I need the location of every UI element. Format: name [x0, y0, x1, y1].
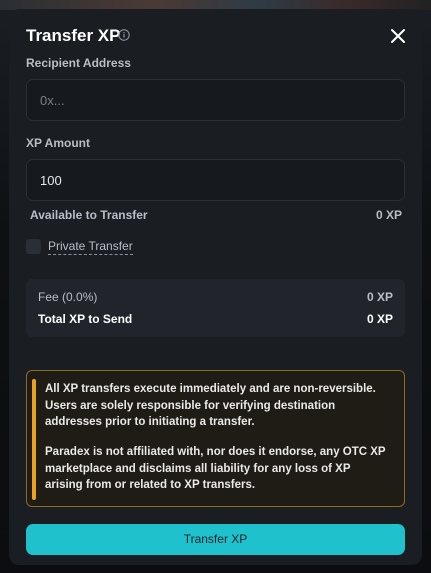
private-transfer-label[interactable]: Private Transfer	[48, 239, 133, 255]
warning-notice: All XP transfers execute immediately and…	[26, 370, 405, 507]
xp-amount-field	[26, 159, 405, 201]
info-icon[interactable]	[118, 29, 130, 41]
fee-value: 0 XP	[366, 290, 393, 304]
modal-title: Transfer XP	[26, 26, 121, 45]
warning-accent-bar	[32, 379, 36, 500]
close-icon[interactable]	[389, 27, 407, 45]
xp-amount-label: XP Amount	[26, 136, 91, 150]
warning-paragraph-2: Paradex is not affiliated with, nor does…	[45, 446, 386, 491]
transfer-xp-modal: Transfer XP Recipient Address XP Amount …	[9, 9, 422, 565]
fee-summary: Fee (0.0%) 0 XP Total XP to Send 0 XP	[26, 279, 405, 337]
transfer-xp-button[interactable]: Transfer XP	[26, 524, 405, 555]
warning-paragraph-1: All XP transfers execute immediately and…	[45, 383, 376, 428]
total-value: 0 XP	[366, 312, 393, 326]
recipient-address-label: Recipient Address	[26, 56, 131, 70]
xp-amount-input[interactable]	[27, 160, 404, 200]
recipient-address-input[interactable]	[27, 80, 404, 120]
private-transfer-checkbox[interactable]	[26, 239, 41, 254]
fee-label: Fee (0.0%)	[38, 290, 98, 304]
total-label: Total XP to Send	[38, 312, 133, 326]
available-to-transfer-value: 0 XP	[375, 208, 402, 222]
available-to-transfer-label: Available to Transfer	[30, 208, 148, 222]
recipient-address-field	[26, 79, 405, 121]
